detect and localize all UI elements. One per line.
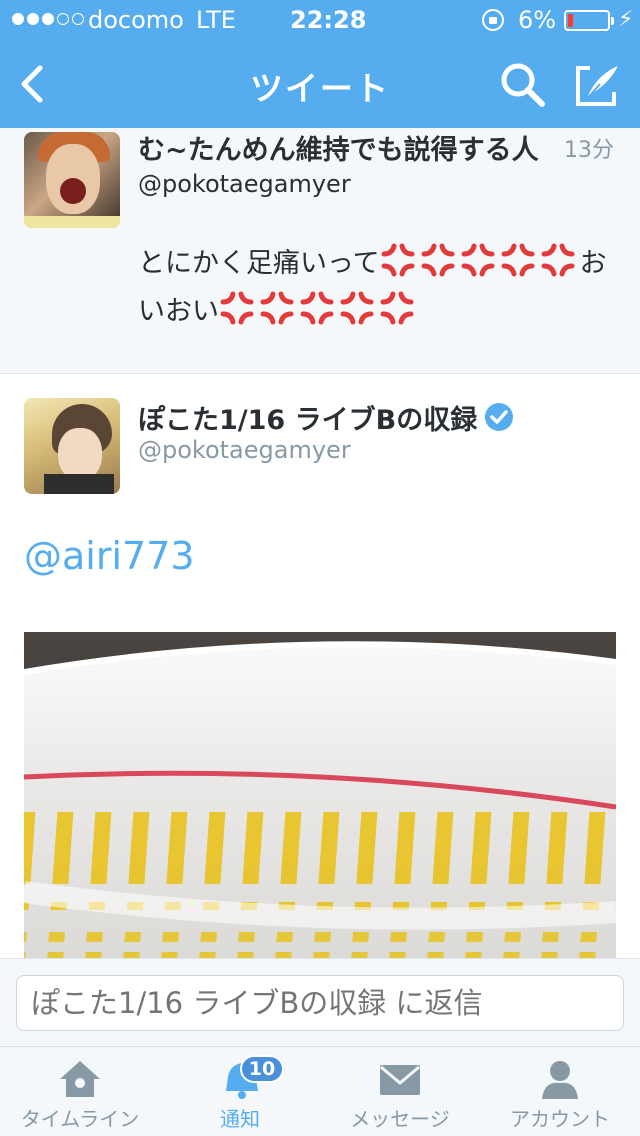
tweet-detail-screen: docomo LTE 22:28 6% ⚡ ツイート む~たんめん維持でも説得す… (0, 0, 640, 1136)
compose-icon (576, 66, 618, 106)
home-icon (60, 1061, 100, 1097)
envelope-icon (380, 1065, 420, 1095)
avatar[interactable] (24, 398, 120, 494)
main-tweet[interactable]: ぽこた1/16 ライブBの収録 @pokotaegamyer @airi773 (0, 374, 640, 958)
anger-icon (260, 291, 294, 325)
anger-icon (220, 291, 254, 325)
tweet-text-part: お (579, 248, 607, 279)
anger-emoji-group (219, 291, 419, 327)
tab-label: メッセージ (350, 1107, 450, 1131)
charging-icon: ⚡ (618, 7, 634, 32)
tab-account[interactable]: アカウント (480, 1047, 640, 1136)
tweet-author-name[interactable]: む~たんめん維持でも説得する人 (138, 128, 539, 167)
search-button[interactable] (496, 58, 550, 112)
status-time: 22:28 (290, 6, 367, 34)
tweet-author-name[interactable]: ぽこた1/16 ライブBの収録 (138, 398, 477, 437)
tab-notifications[interactable]: 10 通知 (160, 1047, 320, 1136)
battery-percent: 6% (518, 6, 557, 34)
tab-bar: タイムライン 10 通知 メッセージ アカウント (0, 1046, 640, 1136)
tab-label: アカウント (510, 1107, 610, 1131)
tweet-text: とにかく足痛いって お いおい (138, 240, 618, 336)
verified-badge-icon (485, 403, 513, 431)
tweet-author-handle[interactable]: @pokotaegamyer (138, 170, 351, 198)
anger-icon (461, 243, 495, 277)
rotation-lock-icon (482, 9, 504, 31)
tweet-text-part: とにかく足痛いって (138, 248, 380, 279)
anger-icon (340, 291, 374, 325)
nav-bar: ツイート (0, 40, 640, 128)
compose-button[interactable] (570, 58, 624, 112)
tab-label: 通知 (220, 1107, 260, 1131)
anger-icon (381, 243, 415, 277)
anger-emoji-group (380, 243, 580, 279)
status-bar: docomo LTE 22:28 6% ⚡ (0, 0, 640, 40)
avatar[interactable] (24, 132, 120, 228)
anger-icon (300, 291, 334, 325)
reply-bar (0, 958, 640, 1046)
tab-messages[interactable]: メッセージ (320, 1047, 480, 1136)
tweet-text-part: いおい (138, 296, 219, 327)
tweet-content[interactable]: む~たんめん維持でも説得する人 13分 @pokotaegamyer とにかく足… (0, 128, 640, 958)
tab-timeline[interactable]: タイムライン (0, 1047, 160, 1136)
noodle-cup-photo[interactable] (24, 632, 616, 958)
tweet-author-handle[interactable]: @pokotaegamyer (138, 436, 351, 464)
search-icon (501, 63, 545, 107)
anger-icon (541, 243, 575, 277)
carrier-label: docomo (88, 6, 184, 34)
signal-icon (12, 13, 84, 25)
notification-badge: 10 (240, 1055, 284, 1083)
battery-icon (564, 10, 614, 31)
person-icon (542, 1061, 578, 1099)
tweet-timestamp: 13分 (564, 138, 614, 163)
network-label: LTE (196, 6, 236, 34)
anger-icon (380, 291, 414, 325)
tab-label: タイムライン (20, 1107, 140, 1131)
reply-input[interactable] (16, 975, 624, 1031)
previous-tweet[interactable]: む~たんめん維持でも説得する人 13分 @pokotaegamyer とにかく足… (0, 128, 640, 374)
anger-icon (501, 243, 535, 277)
mention-link[interactable]: @airi773 (24, 534, 195, 578)
anger-icon (421, 243, 455, 277)
top-bar: docomo LTE 22:28 6% ⚡ ツイート (0, 0, 640, 128)
